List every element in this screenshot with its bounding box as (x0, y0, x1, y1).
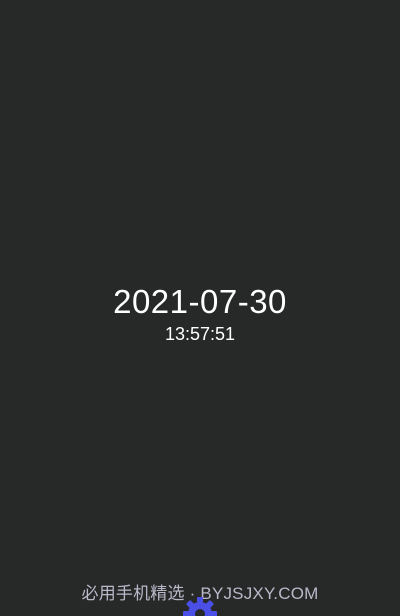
gear-icon (180, 594, 220, 616)
settings-button[interactable] (180, 594, 220, 616)
time-display: 13:57:51 (164, 324, 236, 344)
clock-screen: 2021-07-30 13:57:51 必用手机精选 · BYJSJXY.COM (0, 0, 400, 616)
date-display: 2021-07-30 (113, 283, 287, 320)
